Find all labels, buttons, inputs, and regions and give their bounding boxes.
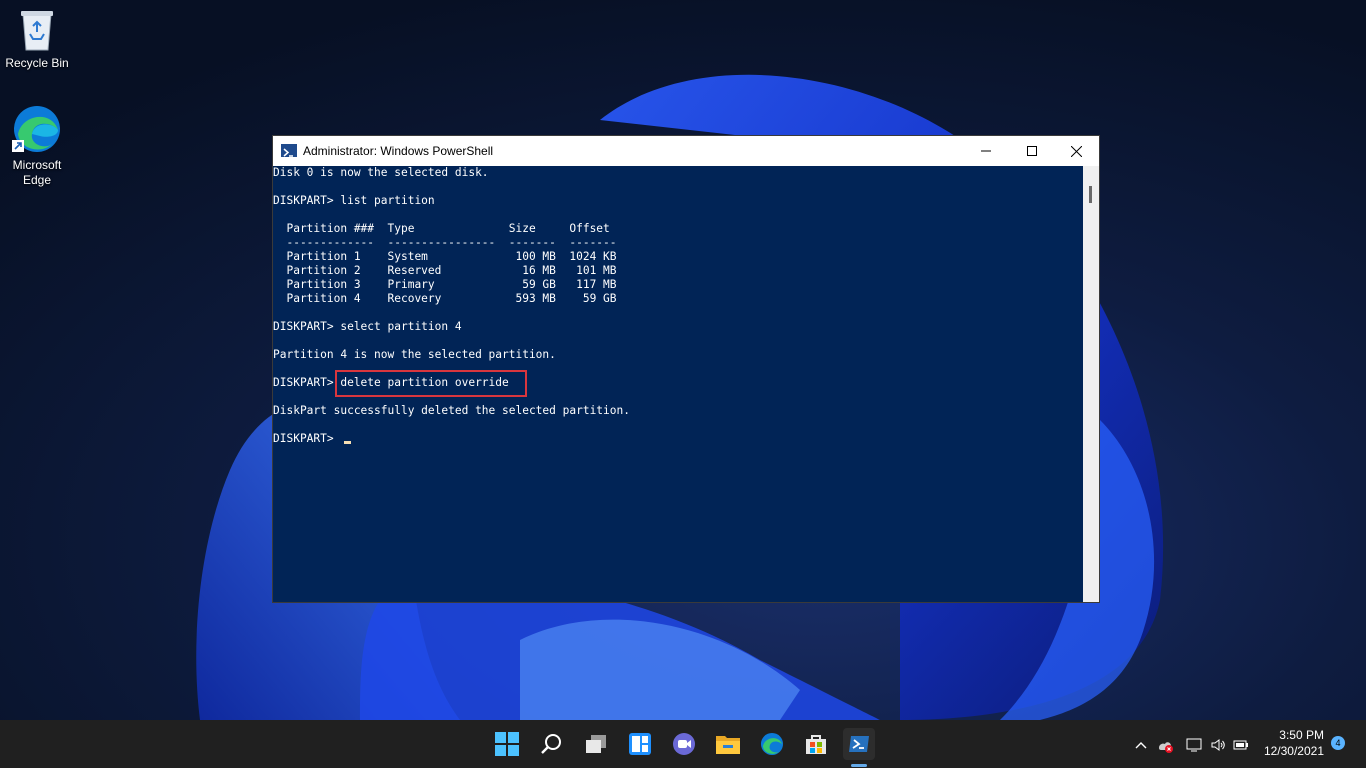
microsoft-edge-label: Microsoft Edge: [12, 158, 62, 187]
start-button[interactable]: [491, 728, 523, 760]
battery-icon[interactable]: [1233, 737, 1249, 753]
microsoft-edge-shortcut[interactable]: Microsoft Edge: [0, 104, 74, 188]
text-cursor: [344, 441, 351, 444]
window-titlebar[interactable]: Administrator: Windows PowerShell: [273, 136, 1099, 166]
maximize-button[interactable]: [1009, 136, 1055, 166]
file-explorer-button[interactable]: [712, 728, 744, 760]
close-icon: [1070, 145, 1082, 157]
show-hidden-icons-chevron-icon[interactable]: [1133, 737, 1149, 753]
store-icon: [806, 735, 826, 754]
edge-icon: [760, 732, 784, 756]
recycle-bin-icon: [21, 11, 53, 51]
widgets-icon: [629, 733, 651, 755]
store-button[interactable]: [800, 728, 832, 760]
search-icon: [541, 734, 561, 754]
powershell-icon: [849, 736, 869, 752]
widgets-button[interactable]: [624, 728, 656, 760]
edge-button[interactable]: [756, 728, 788, 760]
powershell-taskbar-button[interactable]: [843, 728, 875, 760]
network-icon[interactable]: [1186, 737, 1202, 753]
maximize-icon: [1027, 146, 1037, 156]
task-view-button[interactable]: [580, 728, 612, 760]
clock-time: 3:50 PM: [1279, 728, 1324, 742]
onedrive-error-icon[interactable]: [1157, 737, 1173, 753]
search-button[interactable]: [536, 728, 568, 760]
terminal-text: Disk 0 is now the selected disk. DISKPAR…: [273, 166, 630, 445]
minimize-icon: [981, 150, 991, 152]
edge-icon: [12, 106, 60, 152]
recycle-bin-label: Recycle Bin: [5, 56, 69, 70]
task-view-icon: [586, 735, 606, 753]
powershell-window[interactable]: Administrator: Windows PowerShell Disk 0…: [272, 135, 1100, 603]
clock-date: 12/30/2021: [1263, 744, 1324, 758]
system-clock[interactable]: 3:50 PM 12/30/2021: [1264, 727, 1324, 759]
window-title: Administrator: Windows PowerShell: [303, 144, 494, 158]
powershell-icon: [281, 144, 297, 157]
volume-icon[interactable]: [1210, 737, 1226, 753]
chat-button[interactable]: [668, 728, 700, 760]
notification-badge[interactable]: 4: [1331, 736, 1345, 750]
minimize-button[interactable]: [963, 136, 1009, 166]
start-icon: [495, 732, 519, 756]
file-explorer-icon: [716, 736, 740, 754]
recycle-bin-shortcut[interactable]: Recycle Bin: [0, 8, 74, 71]
close-button[interactable]: [1053, 136, 1099, 166]
vertical-scrollbar[interactable]: [1083, 166, 1099, 602]
chat-icon: [673, 733, 695, 755]
active-app-indicator: [851, 764, 867, 767]
scrollbar-thumb[interactable]: [1089, 186, 1092, 203]
command-highlight-box: [335, 370, 527, 397]
